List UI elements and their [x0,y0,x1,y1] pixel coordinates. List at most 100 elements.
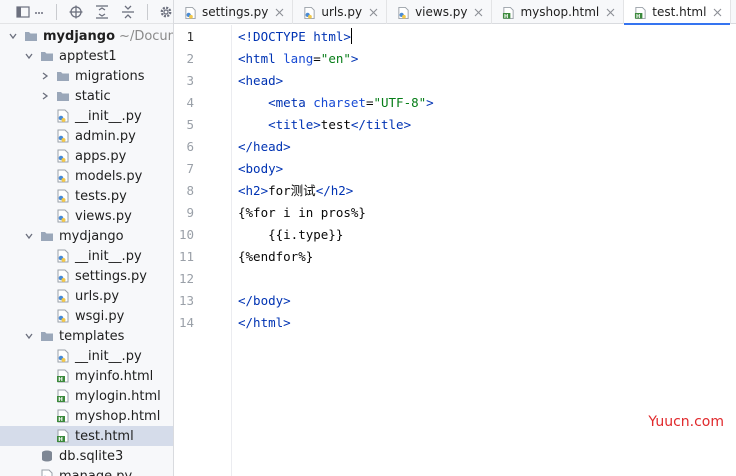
tree-item[interactable]: mydjango~/Documen [0,26,173,46]
code-line[interactable]: <!DOCTYPE html> [238,26,352,48]
tree-item-label: templates [59,328,125,344]
folder-icon [40,229,54,243]
tree-item[interactable]: wsgi.py [0,306,173,326]
svg-text:H: H [58,377,63,383]
close-icon[interactable] [474,8,483,17]
folder-icon [56,89,70,103]
tree-item[interactable]: mydjango [0,226,173,246]
code-token: "en" [320,51,351,66]
code-line[interactable]: </head> [238,136,291,158]
collapse-all-icon[interactable] [121,5,135,19]
line-number: 4 [186,95,194,110]
code-token: {{i.type}} [238,227,344,242]
tree-item[interactable]: __init__.py [0,346,173,366]
python-file-icon [56,209,70,223]
line-number: 14 [178,315,194,330]
project-view-icon[interactable] [16,5,30,19]
tab-test-html[interactable]: Htest.html [624,0,732,25]
tree-item[interactable]: models.py [0,166,173,186]
python-file-icon [184,6,197,19]
code-token: charset [313,95,366,110]
expand-all-icon[interactable] [95,4,109,19]
code-line[interactable]: <meta charset="UTF-8"> [238,92,434,114]
code-line[interactable]: <head> [238,70,283,92]
close-icon[interactable] [713,8,722,17]
tab-label: views.py [415,5,468,19]
tree-item[interactable]: __init__.py [0,246,173,266]
python-file-icon [56,109,70,123]
code-token: </body> [238,293,291,308]
svg-text:H: H [636,13,640,19]
dropdown-icon[interactable] [34,5,44,19]
close-icon[interactable] [369,8,378,17]
tree-item[interactable]: Hmyshop.html [0,406,173,426]
code-line[interactable]: </body> [238,290,291,312]
tree-item[interactable]: __init__.py [0,106,173,126]
svg-text:H: H [58,397,63,403]
html-file-icon: H [56,389,70,403]
code-token: </head> [238,139,291,154]
close-icon[interactable] [606,8,615,17]
code-token: <body> [238,161,284,176]
chevron-down-icon[interactable] [24,331,34,341]
code-line[interactable]: <h2>for测试</h2> [238,180,353,202]
tree-item[interactable]: db.sqlite3 [0,446,173,466]
python-file-icon [56,189,70,203]
code-line[interactable]: <body> [238,158,283,180]
tree-item[interactable]: Hmyinfo.html [0,366,173,386]
tree-item[interactable]: templates [0,326,173,346]
chevron-down-icon[interactable] [8,31,18,41]
python-file-icon [40,469,54,476]
code-line[interactable]: <title>test</title> [238,114,411,136]
tree-item-label: __init__.py [75,248,142,264]
code-line[interactable]: {%endfor%} [238,246,313,268]
tab-views-py[interactable]: views.py [387,0,493,24]
tab-urls-py[interactable]: urls.py [293,0,388,24]
chevron-right-icon[interactable] [40,71,50,81]
code-token: <!DOCTYPE [238,29,314,44]
gear-icon[interactable] [159,5,173,19]
code-line[interactable]: {{i.type}} [238,224,343,246]
tree-item[interactable]: apptest1 [0,46,173,66]
code-line[interactable]: {%for i in pros%} [238,202,366,224]
tab-myshop-html[interactable]: Hmyshop.html [492,0,625,24]
tree-item-label: __init__.py [75,348,142,364]
chevron-down-icon[interactable] [24,51,34,61]
code-token: </html> [238,315,291,330]
tree-item[interactable]: static [0,86,173,106]
tree-item[interactable]: tests.py [0,186,173,206]
line-number: 8 [186,183,194,198]
chevron-down-icon[interactable] [24,231,34,241]
tree-item[interactable]: migrations [0,66,173,86]
close-icon[interactable] [275,8,284,17]
tree-item[interactable]: apps.py [0,146,173,166]
code-editor[interactable]: 1 2 3 4 5 6 7 8 9 10 11 12 13 14 <!DOCTYPE html> <html… [174,25,736,476]
code-token: <h2> [238,183,269,198]
chevron-right-icon[interactable] [40,91,50,101]
tree-item[interactable]: settings.py [0,266,173,286]
tree-item[interactable]: Htest.html [0,426,173,446]
tree-item[interactable]: admin.py [0,126,173,146]
tree-item-label: static [75,88,111,104]
code-line[interactable]: </html> [238,312,291,334]
tree-item-label: myinfo.html [75,368,154,384]
code-line[interactable]: <html lang="en"> [238,48,358,70]
html-file-icon: H [56,369,70,383]
locate-file-icon[interactable] [69,5,83,19]
tree-item-label: mydjango [43,28,116,44]
tab-settings-py[interactable]: settings.py [174,0,294,24]
tree-item-label: models.py [75,168,143,184]
tree-item-label: tests.py [75,188,127,204]
tree-item[interactable]: Hmylogin.html [0,386,173,406]
tree-item[interactable]: manage.py [0,466,173,476]
tree-item[interactable]: views.py [0,206,173,226]
tree-item[interactable]: urls.py [0,286,173,306]
